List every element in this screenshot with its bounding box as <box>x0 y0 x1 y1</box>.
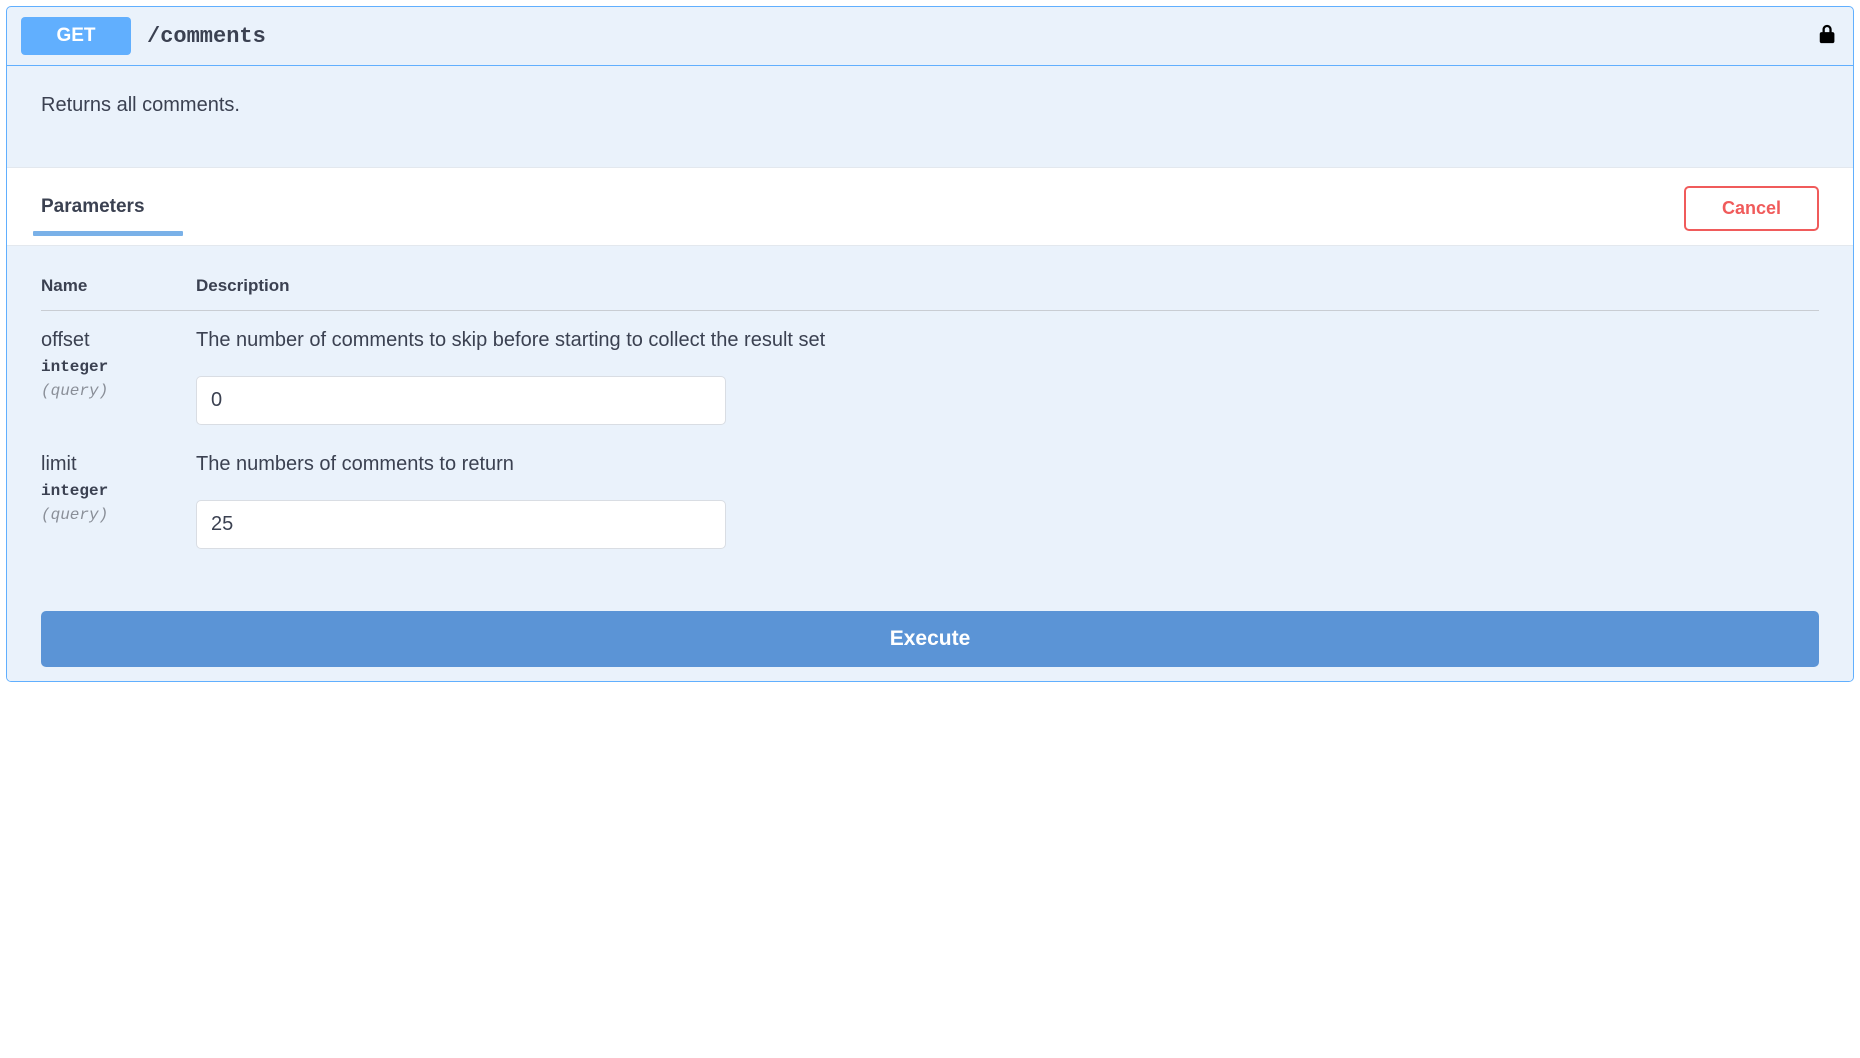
execute-button[interactable]: Execute <box>41 611 1819 667</box>
execute-section: Execute <box>7 583 1853 681</box>
param-offset-input[interactable] <box>196 376 726 425</box>
parameters-tab-label: Parameters <box>41 196 145 217</box>
parameters-header: Parameters Cancel <box>7 167 1853 246</box>
method-badge: GET <box>21 17 131 55</box>
param-type: integer <box>41 482 196 500</box>
parameter-row: offset integer (query) The number of com… <box>41 311 1819 436</box>
lock-icon[interactable] <box>1817 22 1839 51</box>
operation-block: GET /comments Returns all comments. Para… <box>6 6 1854 682</box>
tab-parameters[interactable]: Parameters <box>41 196 145 236</box>
param-type: integer <box>41 358 196 376</box>
param-description: The numbers of comments to return <box>196 453 1819 476</box>
parameters-body: Name Description offset integer (query) … <box>7 246 1853 583</box>
operation-summary[interactable]: GET /comments <box>7 7 1853 66</box>
param-name: offset <box>41 329 196 352</box>
param-in: (query) <box>41 382 196 400</box>
param-name: limit <box>41 453 196 476</box>
operation-description-section: Returns all comments. <box>7 66 1853 167</box>
operation-path: /comments <box>147 24 1817 49</box>
parameters-table: Name Description offset integer (query) … <box>41 276 1819 559</box>
parameter-row: limit integer (query) The numbers of com… <box>41 435 1819 559</box>
param-description: The number of comments to skip before st… <box>196 329 1819 352</box>
column-header-name: Name <box>41 276 196 311</box>
cancel-button[interactable]: Cancel <box>1684 186 1819 231</box>
param-in: (query) <box>41 506 196 524</box>
column-header-description: Description <box>196 276 1819 311</box>
param-limit-input[interactable] <box>196 500 726 549</box>
operation-description: Returns all comments. <box>41 94 1819 117</box>
